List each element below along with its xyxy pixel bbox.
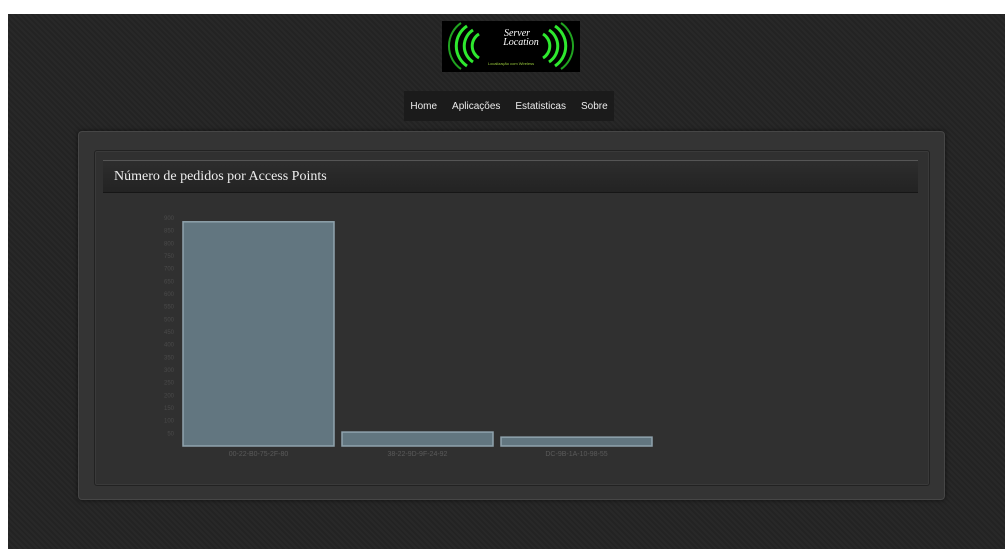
y-tick-label: 750	[164, 254, 175, 260]
page-background: Server Location Localização com Wireless…	[8, 14, 1005, 549]
y-tick-label: 50	[167, 431, 174, 437]
x-tick-label: 38-22-9D-9F-24-92	[388, 451, 448, 458]
content-panel: Número de pedidos por Access Points 50 10…	[78, 131, 945, 500]
y-tick-label: 100	[164, 419, 175, 425]
logo-wordmark: Server Location	[487, 29, 547, 48]
y-tick-label: 200	[164, 393, 175, 399]
nav-item-aplicacoes[interactable]: Aplicações	[452, 101, 500, 112]
site-logo[interactable]: Server Location Localização com Wireless	[442, 21, 580, 72]
nav-item-estatisticas[interactable]: Estatisticas	[515, 101, 566, 112]
x-axis: 00-22-B0-75-2F-80 38-22-9D-9F-24-92 DC-9B-…	[229, 451, 608, 458]
chart-panel: Número de pedidos por Access Points 50 10…	[94, 150, 930, 486]
y-tick-label: 700	[164, 267, 175, 273]
bar-00-22-b0-75-2f-80[interactable]	[182, 221, 335, 447]
x-tick-label: 00-22-B0-75-2F-80	[229, 451, 289, 458]
logo-line-2: Location	[503, 37, 539, 48]
y-tick-label: 250	[164, 381, 175, 387]
y-tick-label: 500	[164, 317, 175, 323]
nav-item-home[interactable]: Home	[410, 101, 437, 112]
x-tick-label: DC-9B-1A-10-98-55	[545, 451, 607, 458]
y-tick-label: 800	[164, 241, 175, 247]
bar-series	[182, 221, 653, 447]
main-nav: Home Aplicações Estatisticas Sobre	[404, 91, 614, 121]
bar-dc-9b-1a-10-98-55[interactable]	[500, 436, 653, 447]
bar-chart: 50 100 150 200 250 300 350 400 450 500 550 600 650 70…	[164, 216, 653, 458]
y-tick-label: 650	[164, 279, 175, 285]
y-axis: 50 100 150 200 250 300 350 400 450 500 550 600 650 70…	[164, 216, 175, 437]
y-tick-label: 450	[164, 330, 175, 336]
y-tick-label: 550	[164, 305, 175, 311]
y-tick-label: 150	[164, 406, 175, 412]
y-tick-label: 600	[164, 292, 175, 298]
y-tick-label: 400	[164, 343, 175, 349]
bar-38-22-9d-9f-24-92[interactable]	[341, 431, 494, 447]
y-tick-label: 850	[164, 229, 175, 235]
nav-item-sobre[interactable]: Sobre	[581, 101, 608, 112]
y-tick-label: 900	[164, 216, 175, 222]
logo-tagline: Localização com Wireless	[487, 61, 535, 66]
y-tick-label: 350	[164, 355, 175, 361]
y-tick-label: 300	[164, 368, 175, 374]
